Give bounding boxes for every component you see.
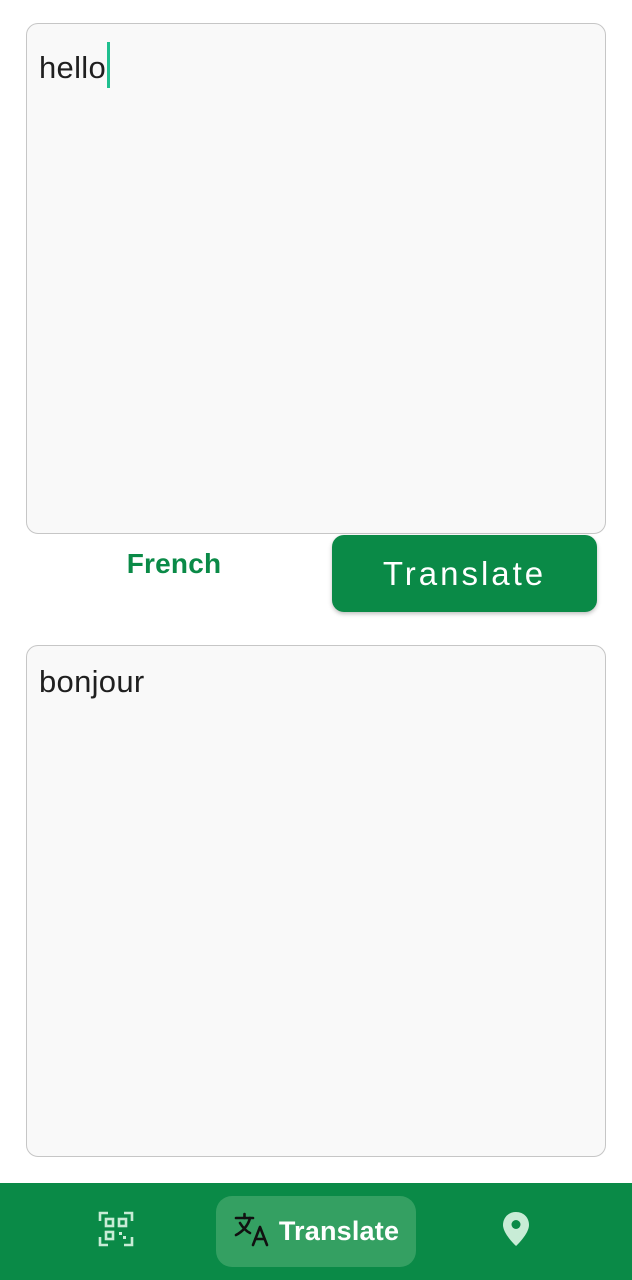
nav-translate-label: Translate (278, 1216, 400, 1246)
target-language-selector[interactable]: French (60, 548, 288, 580)
translate-button[interactable]: Translate (332, 535, 597, 612)
qr-scan-icon (98, 1211, 134, 1252)
location-pin-icon (501, 1211, 531, 1252)
nav-item-translate[interactable]: Translate (216, 1196, 416, 1267)
translated-text-output: bonjour (26, 645, 606, 1157)
nav-item-location[interactable] (466, 1183, 566, 1280)
translated-text-value: bonjour (39, 664, 145, 699)
source-text-input[interactable]: hello (26, 23, 606, 534)
translate-icon (233, 1210, 271, 1253)
translator-screen: hello French Translate bonjour Translate (0, 0, 632, 1280)
bottom-navigation-bar: Translate (0, 1183, 632, 1280)
nav-item-scan[interactable] (66, 1183, 166, 1280)
text-cursor (107, 42, 110, 88)
source-text-value: hello (39, 50, 106, 85)
